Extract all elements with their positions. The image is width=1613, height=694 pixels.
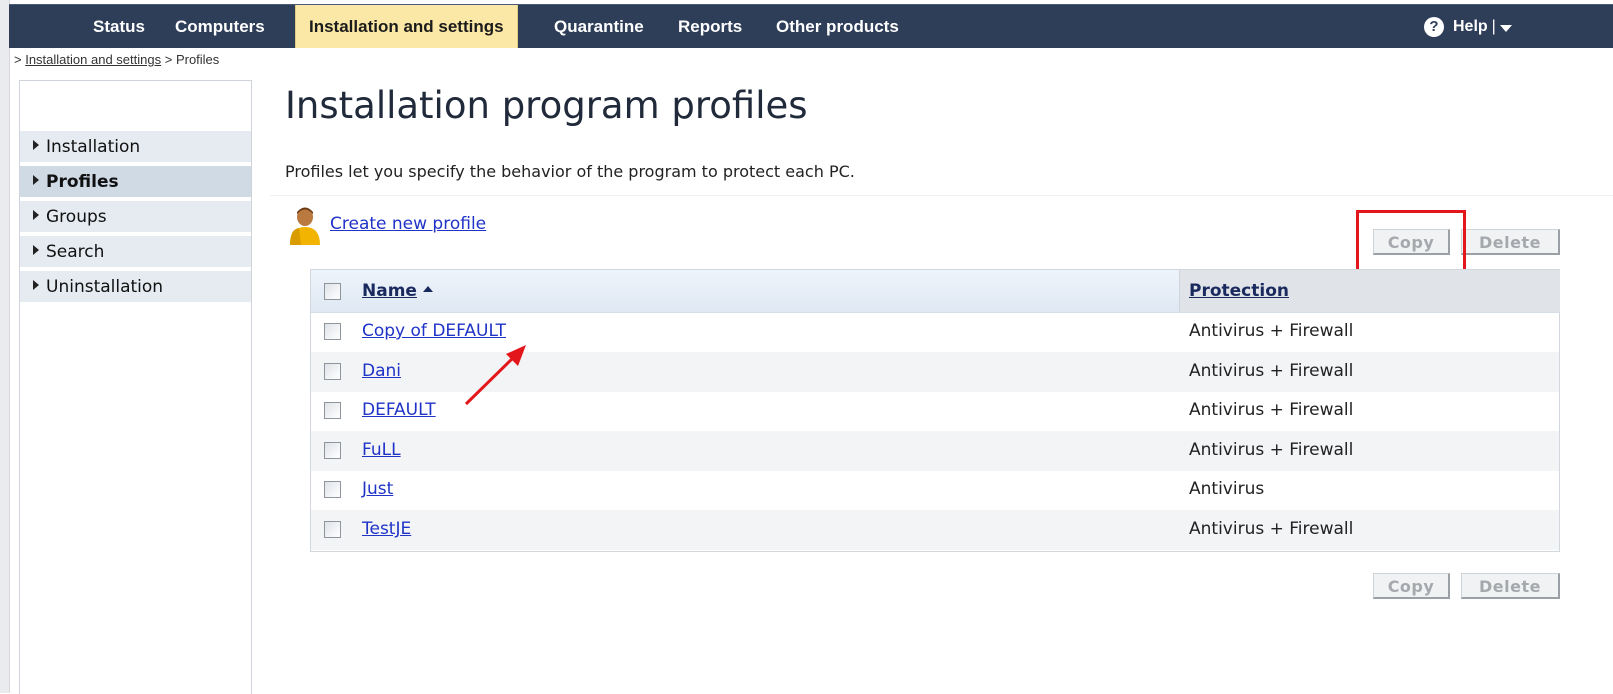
- table-row: Just Antivirus: [311, 470, 1559, 510]
- help-icon[interactable]: ?: [1424, 16, 1444, 37]
- divider: [270, 195, 1613, 196]
- profiles-table: Name Protection Copy of DEFAULT Antiviru…: [310, 269, 1560, 552]
- page-left-strip: [0, 0, 10, 693]
- profile-name-link[interactable]: DEFAULT: [362, 400, 436, 420]
- nav-tab-other-products[interactable]: Other products: [776, 5, 899, 48]
- delete-button-top[interactable]: Delete: [1461, 229, 1560, 255]
- nav-tab-reports[interactable]: Reports: [678, 5, 742, 48]
- sidebar-item-uninstallation[interactable]: Uninstallation: [20, 271, 251, 304]
- table-row: FuLL Antivirus + Firewall: [311, 431, 1559, 471]
- sidebar-item-search[interactable]: Search: [20, 236, 251, 269]
- nav-tab-installation-and-settings[interactable]: Installation and settings: [295, 5, 518, 48]
- profile-protection: Antivirus + Firewall: [1189, 440, 1354, 460]
- sidebar-item-label: Search: [46, 242, 105, 262]
- delete-button-bottom[interactable]: Delete: [1461, 573, 1560, 599]
- row-checkbox[interactable]: [324, 481, 341, 498]
- sidebar-item-groups[interactable]: Groups: [20, 201, 251, 234]
- column-header-protection[interactable]: Protection: [1189, 281, 1289, 301]
- breadcrumb-separator: >: [164, 52, 173, 67]
- profile-protection: Antivirus + Firewall: [1189, 400, 1354, 420]
- person-icon: [290, 207, 320, 245]
- page-description: Profiles let you specify the behavior of…: [285, 162, 855, 181]
- breadcrumb-prefix: >: [14, 52, 22, 67]
- triangle-right-icon: [33, 140, 39, 150]
- sidebar: Installation Profiles Groups Search Unin…: [19, 80, 252, 694]
- triangle-right-icon: [33, 280, 39, 290]
- row-checkbox[interactable]: [324, 323, 341, 340]
- profile-name-link[interactable]: FuLL: [362, 440, 401, 460]
- chevron-down-icon[interactable]: [1499, 24, 1512, 32]
- page-title: Installation program profiles: [285, 84, 808, 127]
- profile-name-link[interactable]: Dani: [362, 361, 401, 381]
- help-separator: |: [1491, 17, 1496, 35]
- help-menu[interactable]: ? Help |: [1424, 5, 1512, 48]
- copy-button-bottom[interactable]: Copy: [1373, 573, 1450, 599]
- column-header-name-label[interactable]: Name: [362, 281, 417, 301]
- triangle-right-icon: [33, 175, 39, 185]
- nav-tab-computers[interactable]: Computers: [175, 5, 265, 48]
- breadcrumb: > Installation and settings > Profiles: [14, 52, 219, 67]
- triangle-right-icon: [33, 210, 39, 220]
- profile-name-link[interactable]: Copy of DEFAULT: [362, 321, 506, 341]
- profile-protection: Antivirus + Firewall: [1189, 519, 1354, 539]
- table-row: Dani Antivirus + Firewall: [311, 352, 1559, 392]
- sidebar-item-label: Uninstallation: [46, 277, 164, 297]
- column-header-name[interactable]: Name: [362, 281, 433, 301]
- row-checkbox[interactable]: [324, 442, 341, 459]
- top-navigation-bar: Status Computers Installation and settin…: [9, 4, 1613, 48]
- profile-name-link[interactable]: TestJE: [362, 519, 411, 539]
- annotation-highlight-box: [1356, 210, 1466, 274]
- table-row: DEFAULT Antivirus + Firewall: [311, 391, 1559, 431]
- breadcrumb-current: Profiles: [175, 52, 220, 67]
- sidebar-item-label: Installation: [46, 137, 141, 157]
- table-row: Copy of DEFAULT Antivirus + Firewall: [311, 312, 1559, 352]
- sidebar-item-installation[interactable]: Installation: [20, 131, 251, 164]
- nav-tab-status[interactable]: Status: [93, 5, 145, 48]
- row-checkbox[interactable]: [324, 363, 341, 380]
- create-new-profile-link[interactable]: Create new profile: [330, 214, 486, 234]
- sidebar-item-label: Groups: [46, 207, 107, 227]
- profile-name-link[interactable]: Just: [362, 479, 393, 499]
- breadcrumb-link-installation-and-settings[interactable]: Installation and settings: [25, 52, 161, 67]
- table-row: TestJE Antivirus + Firewall: [311, 510, 1559, 550]
- profile-protection: Antivirus + Firewall: [1189, 321, 1354, 341]
- sort-ascending-icon: [422, 286, 433, 292]
- select-all-checkbox[interactable]: [324, 283, 341, 300]
- row-checkbox[interactable]: [324, 521, 341, 538]
- sidebar-item-label: Profiles: [46, 172, 119, 192]
- help-label[interactable]: Help: [1453, 18, 1488, 36]
- sidebar-item-profiles[interactable]: Profiles: [20, 166, 251, 199]
- triangle-right-icon: [33, 245, 39, 255]
- profile-protection: Antivirus: [1189, 479, 1265, 499]
- nav-tab-quarantine[interactable]: Quarantine: [554, 5, 644, 48]
- row-checkbox[interactable]: [324, 402, 341, 419]
- table-header: Name Protection: [311, 270, 1560, 313]
- profile-protection: Antivirus + Firewall: [1189, 361, 1354, 381]
